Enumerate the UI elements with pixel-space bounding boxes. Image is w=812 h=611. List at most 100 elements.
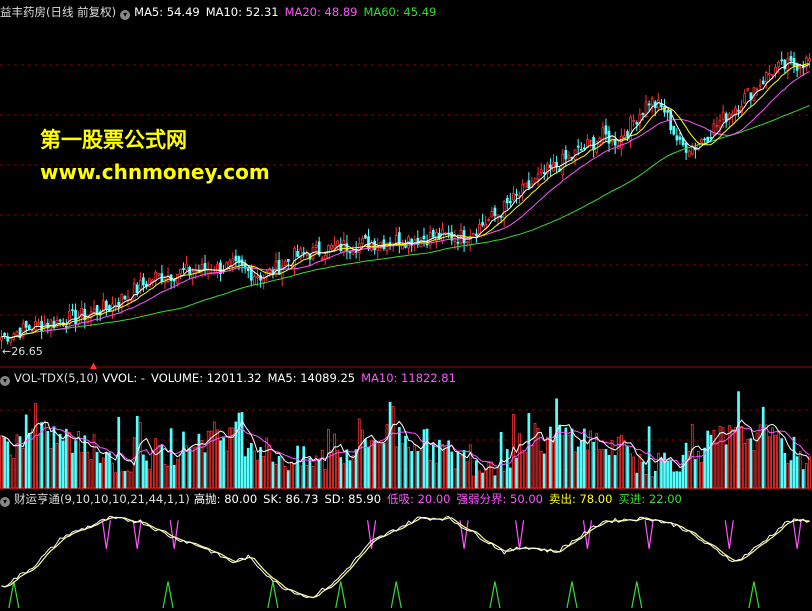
volume-bar — [459, 455, 463, 489]
volume-bar — [465, 461, 469, 489]
volume-bar — [382, 443, 386, 489]
volume-bar — [80, 452, 84, 489]
volume-bar — [555, 398, 558, 489]
candle-body — [95, 305, 99, 315]
volume-bar — [299, 465, 303, 489]
volume-bar — [536, 427, 540, 489]
volume-bar — [657, 452, 660, 489]
volume-bar — [240, 412, 244, 489]
volume-bar — [89, 459, 93, 489]
candle-body — [764, 72, 768, 82]
volume-bar — [468, 444, 472, 489]
volume-bar — [524, 452, 528, 489]
volume-bar — [582, 428, 586, 489]
volume-bar — [613, 455, 617, 489]
volume-bar — [197, 433, 201, 489]
volume-bar — [114, 472, 117, 489]
volume-bar — [527, 413, 531, 489]
volume-bar — [493, 475, 497, 489]
volume-bar — [163, 463, 167, 489]
volume-bar — [98, 462, 102, 489]
volume-bar — [336, 449, 340, 489]
price-marker-icon: ▲ — [90, 361, 97, 371]
volume-bar — [453, 468, 457, 489]
volume-bar — [360, 429, 364, 489]
candle-body — [780, 59, 784, 62]
candle-body — [431, 230, 435, 238]
volume-bar — [370, 439, 373, 489]
candle-body — [305, 253, 309, 256]
candle-body — [512, 193, 515, 201]
volume-bar — [145, 460, 148, 489]
candle-body — [225, 262, 229, 269]
volume-bar — [34, 402, 37, 489]
candle-body — [808, 58, 811, 62]
volume-bar — [798, 450, 802, 489]
volume-bar — [391, 405, 395, 489]
candle-body — [487, 219, 491, 221]
candle-body — [373, 240, 377, 251]
candle-body — [314, 244, 318, 248]
volume-bar — [401, 443, 404, 489]
volume-bar — [15, 434, 19, 489]
volume-bar — [564, 427, 568, 489]
chart-canvas: ▲ — [0, 50, 812, 609]
candle-body — [34, 321, 37, 330]
volume-bar — [505, 449, 509, 489]
volume-bar — [305, 465, 309, 489]
volume-bar — [286, 470, 290, 489]
candle-body — [277, 259, 281, 275]
volume-bar — [68, 431, 71, 489]
candle-body — [3, 332, 6, 336]
candle-body — [360, 238, 364, 244]
volume-bar — [419, 449, 423, 489]
volume-bar — [490, 461, 494, 489]
volume-bar — [761, 406, 765, 489]
candle-body — [172, 279, 176, 282]
sell-signal-mark — [169, 520, 179, 549]
volume-bar — [64, 428, 68, 489]
volume-bar — [604, 449, 608, 489]
volume-bar — [727, 425, 731, 489]
volume-bar — [678, 471, 682, 489]
volume-bar — [24, 414, 28, 489]
buy-signal-mark — [162, 581, 174, 609]
volume-bar — [256, 459, 259, 489]
volume-bar — [333, 433, 336, 489]
volume-bar — [715, 442, 719, 489]
volume-bar — [55, 443, 59, 489]
volume-bar — [154, 438, 158, 489]
volume-bar — [357, 418, 361, 489]
candle-body — [626, 131, 629, 137]
volume-bar — [666, 460, 669, 489]
candle-body — [613, 139, 617, 146]
volume-bar — [268, 444, 272, 489]
volume-bar — [83, 435, 87, 489]
candle-body — [502, 201, 506, 219]
volume-bar — [607, 454, 611, 489]
candle-body — [120, 293, 124, 308]
candle-body — [576, 145, 580, 148]
candle-body — [761, 80, 765, 85]
candle-body — [777, 61, 780, 68]
candle-body — [31, 329, 34, 332]
sell-signal-mark — [644, 520, 654, 549]
candle-body — [286, 258, 290, 262]
candle-body — [228, 260, 232, 266]
volume-bar — [74, 440, 77, 489]
volume-bar — [111, 463, 114, 489]
candle-body — [231, 258, 235, 266]
volume-bar — [570, 428, 574, 489]
sell-signal-mark — [582, 520, 593, 549]
candle-body — [268, 268, 272, 273]
volume-bar — [123, 470, 127, 489]
volume-bar — [626, 446, 629, 489]
candle-body — [709, 137, 713, 139]
candle-body — [527, 180, 531, 189]
candle-body — [348, 251, 352, 254]
candle-body — [456, 241, 460, 244]
volume-bar — [345, 449, 349, 489]
volume-bar — [518, 433, 521, 489]
volume-bar — [376, 441, 380, 489]
volume-bar — [172, 464, 176, 489]
